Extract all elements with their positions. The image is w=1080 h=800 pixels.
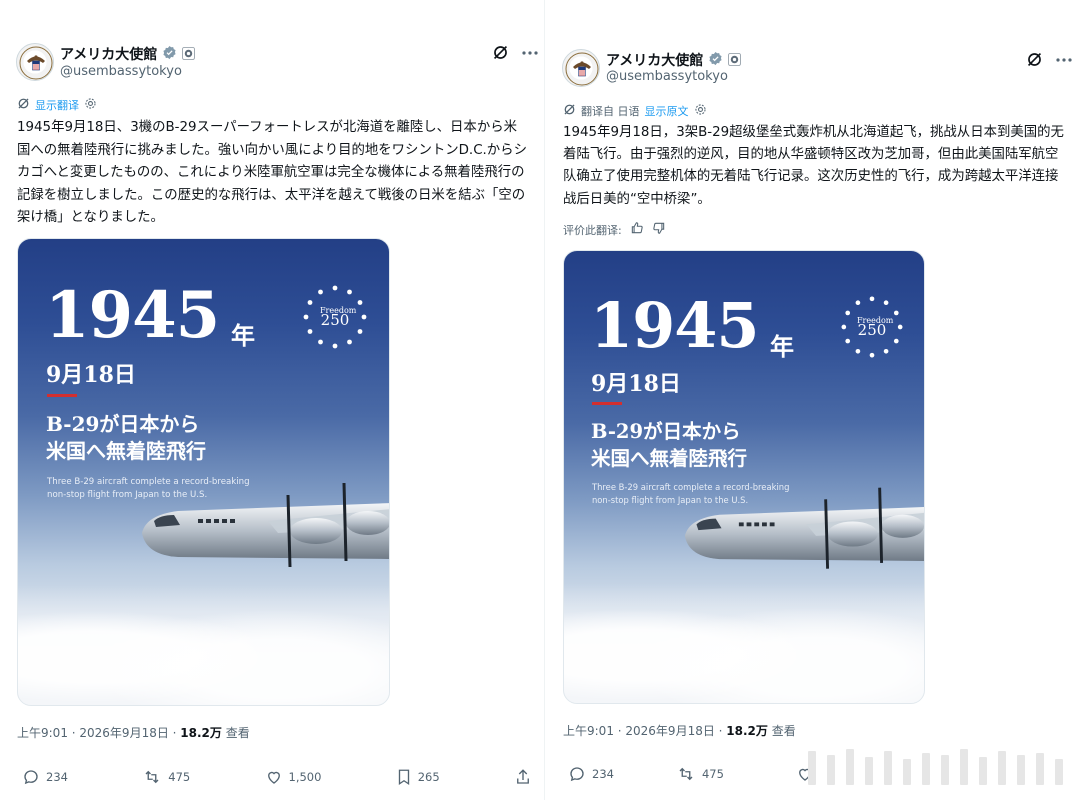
author-display-name[interactable]: アメリカ大使館 [60,44,157,64]
image-clouds [18,585,389,705]
repost-count: 475 [168,770,191,784]
author-handle[interactable]: @usembassytokyo [606,69,728,84]
bookmark-button[interactable]: 265 [396,768,440,786]
image-headline-2: 米国へ無着陸飛行 [46,439,206,463]
post-views-label: 查看 [767,724,796,738]
image-headline-2: 米国へ無着陸飛行 [591,447,748,470]
verified-badge-icon [162,45,177,64]
post-top-actions [492,44,539,61]
badge-number: 250 [320,311,350,329]
verified-badge-icon [708,51,723,70]
repost-button[interactable]: 475 [676,765,724,783]
image-headline-1: B-29が日本から [591,420,741,443]
post-image[interactable]: 1945 年 9月18日 B-29が日本から 米国へ無着陸飛行 Three B-… [563,250,925,704]
post-views-count: 18.2万 [726,724,768,738]
reply-icon [570,767,584,782]
post-timestamp[interactable]: 上午9:01 · 2026年9月18日 · [17,726,180,740]
government-affiliation-icon [182,45,196,64]
reply-count: 234 [592,767,614,781]
grok-icon[interactable] [1026,51,1043,68]
settings-icon[interactable] [694,103,707,119]
post-timestamp[interactable]: 上午9:01 · 2026年9月18日 · [563,724,726,738]
repost-button[interactable]: 475 [142,768,190,786]
post-action-bar: 234 475 1,500 265 [22,768,532,786]
author-display-name[interactable]: アメリカ大使館 [606,50,703,70]
post-original: アメリカ大使館 @usembassytokyo 显示翻译 1945年9月18日、… [0,0,544,800]
reply-button[interactable]: 234 [568,765,614,783]
post-action-bar: 234 475 [568,765,814,783]
government-affiliation-icon [728,51,742,70]
like-button[interactable]: 1,500 [265,768,322,786]
like-count: 1,500 [288,770,322,784]
image-red-accent [592,402,622,405]
reply-button[interactable]: 234 [22,768,68,786]
show-original-link[interactable]: 显示原文 [645,103,689,119]
rate-translation-label: 评价此翻译: [563,223,622,237]
bookmark-count: 265 [417,770,440,784]
image-year-suffix: 年 [770,332,794,361]
like-icon [267,771,280,784]
translate-icon [17,97,30,113]
avatar[interactable] [16,43,54,81]
show-translation-link[interactable]: 显示翻译 [35,97,79,113]
image-headline-1: B-29が日本から [46,412,200,436]
share-icon [517,769,529,784]
post-translated: アメリカ大使館 @usembassytokyo 翻译自 日语 显示原文 1945… [546,0,1080,800]
embassy-seal-icon [565,52,599,86]
more-icon[interactable] [521,50,539,56]
image-date: 9月18日 [46,362,136,388]
author-handle[interactable]: @usembassytokyo [60,64,182,79]
rate-translation-bar: 评价此翻译: [563,221,666,238]
reply-count: 234 [46,770,68,784]
post-top-actions [1026,51,1073,68]
watermark-overlay [808,745,1063,785]
author-name-line: アメリカ大使館 [60,44,196,64]
author-name-line: アメリカ大使館 [606,50,742,70]
share-button[interactable] [514,768,532,786]
post-meta: 上午9:01 · 2026年9月18日 · 18.2万 查看 [17,724,250,741]
image-red-accent [47,394,77,397]
image-year: 1945 [590,289,760,362]
b29-aircraft-image [684,487,924,569]
b29-aircraft-image [142,482,389,568]
translate-bar: 显示翻译 [17,97,97,113]
more-icon[interactable] [1055,57,1073,63]
repost-icon [679,767,693,781]
post-views-label: 查看 [221,726,250,740]
post-image[interactable]: 1945 年 9月18日 B-29が日本から 米国へ無着陸飛行 Three B-… [17,238,390,706]
image-year-suffix: 年 [231,321,255,350]
post-meta: 上午9:01 · 2026年9月18日 · 18.2万 查看 [563,722,796,739]
image-date: 9月18日 [591,371,681,397]
translated-from-label: 翻译自 日语 [581,105,640,118]
image-year: 1945 [45,278,220,353]
embassy-seal-icon [19,46,53,80]
post-text: 1945年9月18日，3架B-29超级堡垒式轰炸机从北海道起飞，挑战从日本到美国… [563,125,1064,207]
column-divider [544,0,545,800]
translate-bar: 翻译自 日语 显示原文 [563,103,707,119]
repost-count: 475 [701,767,724,781]
bookmark-icon [398,769,409,786]
image-clouds [564,583,924,703]
avatar[interactable] [562,49,600,87]
thumbs-up-icon[interactable] [630,221,644,238]
reply-icon [24,770,38,785]
badge-number: 250 [857,321,887,339]
grok-icon[interactable] [492,44,509,61]
translate-icon [563,103,576,119]
post-views-count: 18.2万 [180,726,222,740]
repost-icon [145,770,159,784]
post-text: 1945年9月18日、3機のB-29スーパーフォートレスが北海道を離陸し、日本か… [17,120,527,225]
thumbs-down-icon[interactable] [652,221,666,238]
settings-icon[interactable] [84,97,97,113]
